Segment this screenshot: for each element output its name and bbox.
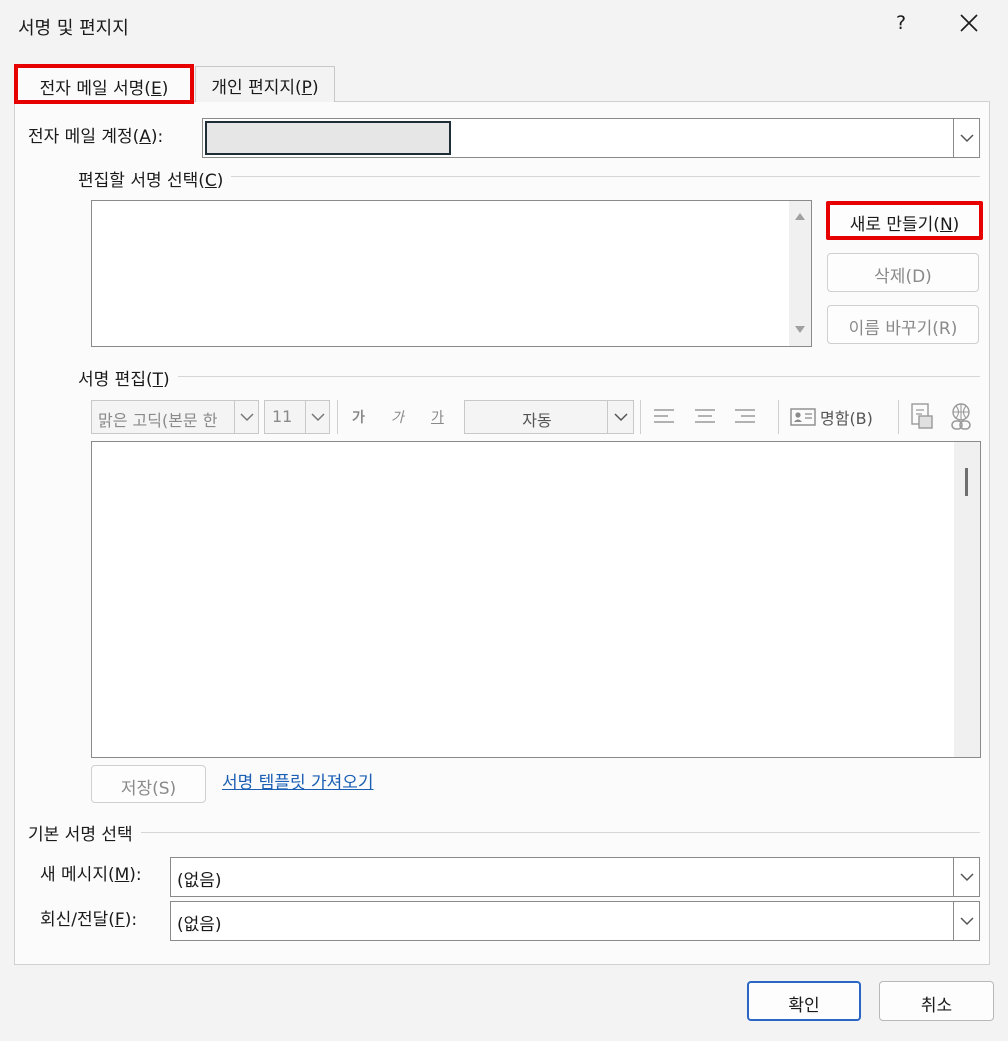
font-color-dropdown[interactable]: 자동	[464, 400, 634, 434]
email-account-label-key: A	[139, 127, 151, 147]
new-message-label-suffix: ):	[129, 865, 142, 885]
new-signature-key: N	[939, 215, 953, 235]
tab-stationery-key: P	[301, 78, 312, 98]
font-name-dropdown[interactable]: 맑은 고딕(본문 한	[91, 400, 259, 434]
rename-signature-button[interactable]: 이름 바꾸기(R)	[827, 305, 979, 344]
edit-signature-label-key: T	[152, 370, 163, 390]
font-name-value: 맑은 고딕(본문 한	[98, 411, 218, 430]
tab-stationery[interactable]: 개인 편지지(P)	[195, 66, 335, 102]
group-divider-default	[28, 832, 980, 833]
signature-editor-scrollbar[interactable]	[954, 442, 980, 757]
align-right-icon[interactable]	[733, 407, 757, 425]
ok-button[interactable]: 확인	[747, 981, 861, 1021]
italic-button[interactable]: 가	[391, 407, 404, 427]
chevron-down-icon	[959, 917, 974, 926]
help-button[interactable]: ?	[890, 12, 912, 34]
dialog-title: 서명 및 편지지	[18, 18, 129, 39]
new-signature-label: 새로 만들기(	[849, 215, 940, 235]
scrollbar-thumb[interactable]	[965, 468, 968, 496]
insert-picture-icon[interactable]	[909, 402, 935, 432]
reply-forward-label-key: F	[114, 910, 125, 930]
chevron-down-icon	[959, 134, 974, 143]
select-signature-label-suffix: )	[216, 171, 224, 191]
toolbar-separator	[640, 400, 641, 434]
default-signature-group-label: 기본 서명 선택	[28, 820, 141, 845]
tab-stationery-suffix: )	[311, 78, 319, 98]
font-color-toggle[interactable]	[607, 401, 633, 433]
toolbar-separator	[898, 400, 899, 434]
edit-signature-label-text: 서명 편집(	[78, 370, 153, 390]
business-card-icon	[790, 408, 816, 426]
align-left-icon[interactable]	[652, 407, 676, 425]
signature-list-scrollbar[interactable]	[789, 201, 811, 346]
font-name-toggle[interactable]	[234, 401, 258, 433]
new-signature-button[interactable]: 새로 만들기(N)	[826, 201, 983, 240]
tab-email-signature-key: E	[150, 79, 162, 99]
edit-signature-group-label: 서명 편집(T)	[78, 365, 178, 390]
email-account-dropdown[interactable]	[202, 118, 980, 158]
cancel-button[interactable]: 취소	[879, 981, 994, 1021]
select-signature-group-label: 편집할 서명 선택(C)	[78, 166, 232, 191]
font-color-value: 자동	[522, 411, 552, 430]
group-divider-edit	[78, 376, 980, 377]
tab-email-signature-label: 전자 메일 서명(	[39, 79, 151, 99]
chevron-down-icon	[310, 413, 325, 422]
select-signature-label-text: 편집할 서명 선택(	[78, 171, 205, 191]
email-account-label-suffix: ):	[150, 127, 164, 147]
reply-forward-label-suffix: ):	[124, 910, 138, 930]
signature-editor[interactable]	[91, 441, 981, 758]
toolbar-separator	[778, 400, 779, 434]
close-icon	[960, 14, 978, 32]
chevron-down-icon	[239, 413, 254, 422]
reply-forward-dropdown[interactable]: (없음)	[170, 901, 980, 941]
signature-list[interactable]	[91, 200, 812, 347]
font-size-dropdown[interactable]: 11	[264, 400, 330, 434]
get-signature-templates-link[interactable]: 서명 템플릿 가져오기	[222, 768, 374, 793]
chevron-down-icon	[613, 413, 628, 422]
close-button[interactable]	[956, 10, 982, 36]
edit-signature-label-suffix: )	[163, 370, 170, 390]
new-signature-suffix: )	[952, 215, 960, 235]
align-center-icon[interactable]	[693, 407, 717, 425]
delete-signature-button[interactable]: 삭제(D)	[827, 253, 979, 292]
tab-email-signature[interactable]: 전자 메일 서명(E)	[14, 64, 194, 104]
new-message-toggle[interactable]	[953, 858, 979, 896]
tab-stationery-label: 개인 편지지(	[211, 78, 302, 98]
font-size-toggle[interactable]	[305, 401, 329, 433]
save-button[interactable]: 저장(S)	[91, 765, 206, 803]
reply-forward-label: 회신/전달(F):	[40, 905, 137, 930]
email-account-label-text: 전자 메일 계정(	[28, 127, 140, 147]
new-message-value: (없음)	[177, 871, 222, 891]
scroll-up-icon[interactable]	[794, 211, 806, 221]
business-card-label: 명함(B)	[820, 409, 873, 428]
tab-email-signature-suffix: )	[161, 79, 169, 99]
new-message-dropdown[interactable]: (없음)	[170, 857, 980, 897]
font-size-value: 11	[272, 407, 293, 426]
reply-forward-toggle[interactable]	[953, 902, 979, 940]
reply-forward-label-text: 회신/전달(	[40, 910, 115, 930]
email-account-dropdown-toggle[interactable]	[953, 119, 979, 157]
email-account-label: 전자 메일 계정(A):	[28, 122, 163, 147]
select-signature-label-key: C	[204, 171, 217, 191]
chevron-down-icon	[959, 873, 974, 882]
underline-button[interactable]: 가	[431, 407, 444, 427]
reply-forward-value: (없음)	[177, 915, 222, 935]
scroll-down-icon[interactable]	[794, 325, 806, 335]
toolbar-separator	[337, 400, 338, 434]
new-message-label: 새 메시지(M):	[40, 860, 142, 885]
email-account-redacted	[205, 121, 451, 155]
new-message-label-key: M	[114, 865, 130, 885]
hyperlink-icon[interactable]	[948, 402, 976, 432]
new-message-label-text: 새 메시지(	[40, 865, 115, 885]
bold-button[interactable]: 가	[352, 407, 365, 427]
